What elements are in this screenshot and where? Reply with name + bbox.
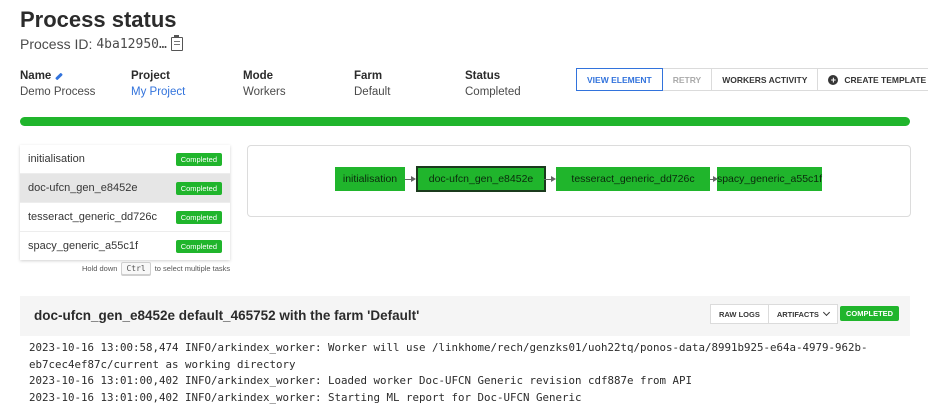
meta-farm: Farm Default	[354, 70, 390, 98]
status-badge: Completed	[175, 239, 222, 253]
create-template-button[interactable]: + CREATE TEMPLATE	[817, 68, 928, 91]
log-line: 2023-10-16 13:01:00,402 INFO/arkindex_wo…	[29, 374, 693, 387]
view-element-button[interactable]: VIEW ELEMENT	[576, 68, 663, 91]
task-name: spacy_generic_a55c1f	[28, 240, 139, 252]
plus-circle-icon: +	[828, 74, 839, 85]
farm-label: Farm	[354, 70, 383, 82]
graph-node-doc-ufcn[interactable]: doc-ufcn_gen_e8452e	[416, 166, 546, 192]
name-label: Name	[20, 70, 52, 82]
mode-value: Workers	[243, 86, 286, 98]
graph-node-tesseract[interactable]: tesseract_generic_dd726c	[556, 167, 710, 191]
page-title: Process status	[20, 7, 177, 32]
task-item-tesseract[interactable]: tesseract_generic_dd726c Completed	[20, 203, 230, 232]
workers-activity-button[interactable]: WORKERS ACTIVITY	[711, 68, 819, 91]
retry-button[interactable]: RETRY	[661, 68, 713, 91]
log-line: eb7cec4ef87c/current as working director…	[29, 357, 296, 371]
log-actions: RAW LOGS ARTIFACTS	[710, 304, 838, 324]
hint-text-after: to select multiple tasks	[154, 264, 231, 273]
meta-status: Status Completed	[465, 70, 521, 98]
toolbar: VIEW ELEMENT RETRY WORKERS ACTIVITY + CR…	[576, 68, 928, 91]
status-value: Completed	[465, 86, 521, 98]
meta-project: Project My Project	[131, 70, 185, 98]
task-graph: initialisation doc-ufcn_gen_e8452e tesse…	[247, 145, 911, 217]
name-value: Demo Process	[20, 86, 96, 98]
artifacts-dropdown[interactable]: ARTIFACTS	[767, 304, 838, 324]
farm-value: Default	[354, 86, 391, 98]
chevron-down-icon	[822, 308, 830, 317]
task-item-doc-ufcn[interactable]: doc-ufcn_gen_e8452e Completed	[20, 174, 230, 203]
graph-node-spacy[interactable]: spacy_generic_a55c1f	[717, 167, 822, 191]
project-label: Project	[131, 70, 170, 82]
status-badge: Completed	[175, 152, 222, 166]
log-line: 2023-10-16 13:01:00,402 INFO/arkindex_wo…	[29, 390, 582, 404]
hint-text-before: Hold down	[82, 264, 118, 273]
progress-bar	[20, 117, 910, 126]
project-link[interactable]: My Project	[131, 86, 185, 98]
status-badge: Completed	[175, 210, 222, 224]
create-template-label: CREATE TEMPLATE	[844, 74, 927, 85]
log-header: doc-ufcn_gen_e8452e default_465752 with …	[20, 296, 910, 336]
process-id-label: Process ID:	[20, 36, 93, 52]
meta-mode: Mode Workers	[243, 70, 286, 98]
mode-label: Mode	[243, 70, 274, 82]
status-label: Status	[465, 70, 501, 82]
ctrl-key: Ctrl	[121, 262, 151, 275]
task-item-initialisation[interactable]: initialisation Completed	[20, 145, 230, 174]
task-log-panel: doc-ufcn_gen_e8452e default_465752 with …	[20, 296, 910, 414]
task-name: doc-ufcn_gen_e8452e	[28, 182, 138, 194]
pencil-icon[interactable]	[55, 72, 64, 80]
task-list: initialisation Completed doc-ufcn_gen_e8…	[20, 145, 230, 260]
clipboard-icon[interactable]	[170, 35, 183, 51]
log-line: 2023-10-16 13:00:58,474 INFO/arkindex_wo…	[29, 341, 868, 354]
raw-logs-button[interactable]: RAW LOGS	[710, 304, 769, 324]
graph-node-initialisation[interactable]: initialisation	[335, 167, 405, 191]
log-title: doc-ufcn_gen_e8452e default_465752 with …	[34, 308, 420, 323]
log-output: 2023-10-16 13:00:58,474 INFO/arkindex_wo…	[20, 336, 910, 414]
multi-select-hint: Hold down Ctrl to select multiple tasks	[82, 262, 230, 275]
status-badge: COMPLETED	[840, 306, 900, 321]
status-badge: Completed	[175, 181, 222, 195]
task-item-spacy[interactable]: spacy_generic_a55c1f Completed	[20, 232, 230, 260]
task-name: tesseract_generic_dd726c	[28, 211, 158, 223]
task-name: initialisation	[28, 153, 85, 165]
artifacts-label: ARTIFACTS	[776, 309, 819, 319]
process-id-value: 4ba12950…	[96, 36, 167, 52]
meta-name: Name Demo Process	[20, 70, 95, 98]
process-id: Process ID: 4ba12950…	[20, 35, 183, 52]
